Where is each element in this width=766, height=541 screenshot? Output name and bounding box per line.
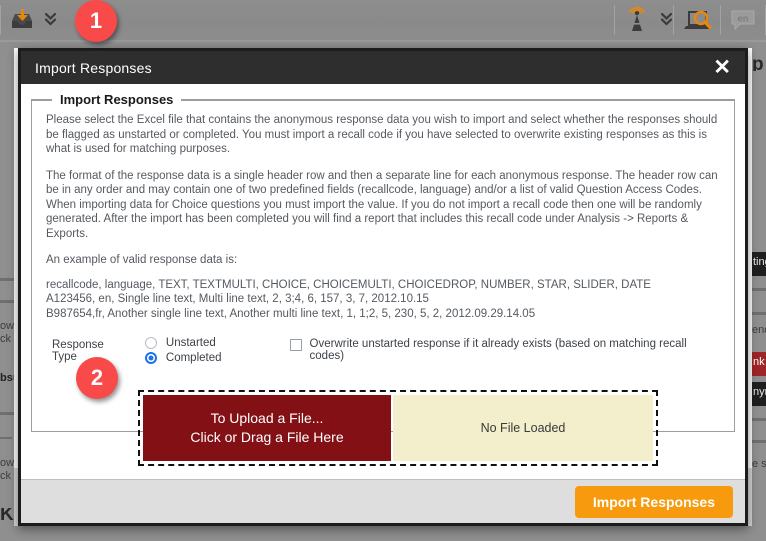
- overwrite-checkbox[interactable]: [289, 339, 302, 351]
- upload-dropbox-line1: To Upload a File...: [210, 410, 324, 426]
- overwrite-checkbox-row[interactable]: Overwrite unstarted response if it alrea…: [289, 337, 720, 362]
- bg-text-fragment: nk: [752, 352, 766, 376]
- dialog-title: Import Responses: [35, 59, 152, 76]
- broadcast-dropdown-chevron[interactable]: [659, 7, 673, 33]
- description-paragraph-2: The format of the response data is a sin…: [46, 169, 718, 240]
- import-responses-dialog: Import Responses ✕ Import Responses Plea…: [18, 48, 748, 526]
- close-icon[interactable]: ✕: [711, 57, 733, 78]
- bg-text-fragment: p: [752, 58, 764, 71]
- bg-text-fragment: nym: [752, 382, 766, 406]
- radio-completed-label: Completed: [165, 352, 222, 364]
- radio-unstarted-label: Unstarted: [165, 337, 216, 349]
- sample-line: recallcode, language, TEXT, TEXTMULTI, C…: [46, 278, 651, 291]
- radio-completed-dot[interactable]: [144, 352, 157, 364]
- sample-data-block: recallcode, language, TEXT, TEXTMULTI, C…: [46, 278, 720, 322]
- preview-survey-icon[interactable]: [674, 0, 720, 40]
- annotation-badge-1: 1: [75, 0, 117, 42]
- bg-divider: [752, 418, 766, 421]
- import-dropdown-chevron[interactable]: [43, 7, 57, 33]
- radio-unstarted[interactable]: Unstarted: [144, 337, 222, 349]
- sample-line: B987654,fr, Another single line text, An…: [46, 307, 536, 320]
- bg-divider: [752, 312, 766, 315]
- bg-divider: [0, 437, 12, 439]
- response-type-radio-group: Unstarted Completed: [144, 337, 222, 364]
- upload-dropbox-button[interactable]: To Upload a File... Click or Drag a File…: [143, 395, 391, 461]
- bg-divider: [752, 288, 766, 291]
- broadcast-icon[interactable]: [615, 0, 659, 40]
- bg-text-fragment: end: [752, 324, 766, 336]
- import-responses-icon[interactable]: [1, 0, 43, 40]
- radio-unstarted-dot[interactable]: [144, 337, 157, 349]
- file-upload-zone[interactable]: To Upload a File... Click or Drag a File…: [138, 390, 658, 466]
- radio-completed[interactable]: Completed: [144, 352, 222, 364]
- description-paragraph-3: An example of valid response data is:: [46, 254, 238, 266]
- upload-row: To Upload a File... Click or Drag a File…: [46, 390, 720, 466]
- import-responses-submit-button[interactable]: Import Responses: [574, 485, 733, 518]
- file-status-label: No File Loaded: [393, 395, 653, 461]
- sample-line: A123456, en, Single line text, Multi lin…: [46, 293, 429, 305]
- options-row: Response Type Unstarted Completed Overwr…: [52, 337, 720, 364]
- dialog-titlebar: Import Responses ✕: [21, 51, 745, 84]
- bg-panel-edge: [748, 48, 752, 468]
- language-code-label: en: [737, 14, 748, 25]
- bg-panel-edge: [748, 468, 752, 526]
- import-responses-fieldset: Import Responses Please select the Excel…: [31, 92, 735, 466]
- bg-divider: [752, 440, 766, 443]
- bg-text-fragment: e se: [752, 458, 766, 470]
- language-icon[interactable]: en: [721, 0, 765, 40]
- annotation-badge-2: 2: [76, 357, 118, 399]
- overwrite-checkbox-label: Overwrite unstarted response if it alrea…: [309, 338, 687, 362]
- upload-dropbox-line2: Click or Drag a File Here: [190, 429, 344, 445]
- dialog-body: Import Responses Please select the Excel…: [21, 84, 745, 479]
- bg-text-fragment: ting: [752, 252, 766, 276]
- description-paragraph-1: Please select the Excel file that contai…: [46, 114, 718, 155]
- fieldset-legend: Import Responses: [60, 92, 174, 107]
- dialog-footer: Import Responses: [21, 479, 745, 523]
